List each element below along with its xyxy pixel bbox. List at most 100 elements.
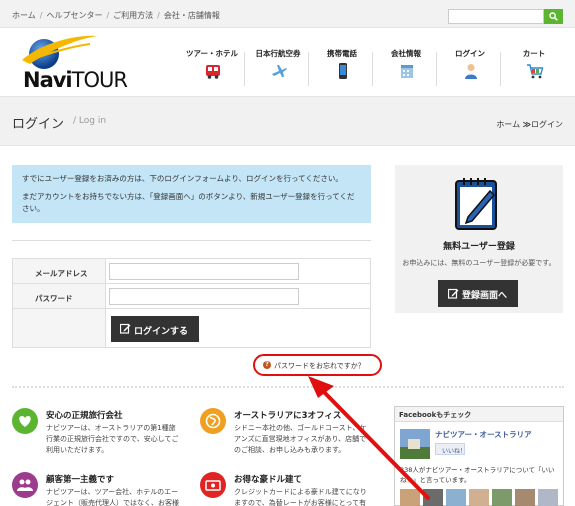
- top-link-help-center[interactable]: ヘルプセンター: [46, 11, 102, 20]
- feature-text: ナビツアーは、ツアー会社、ホテルのエージェント（販売代理人）ではなく、お客様のエ: [46, 488, 179, 506]
- nav-japan-flights[interactable]: 日本行航空券: [246, 48, 310, 88]
- nav-divider: [436, 52, 437, 86]
- info-text-new-users: まだアカウントをお持ちでない方は、「登録画面へ」のボタンより、新規ユーザー登録を…: [22, 192, 355, 213]
- facebook-widget-header: Facebookもチェック: [395, 407, 563, 422]
- facebook-fan-avatar[interactable]: [400, 489, 420, 506]
- nav-cart[interactable]: カート: [502, 48, 566, 88]
- users-icon: [17, 479, 33, 491]
- login-button[interactable]: ログインする: [111, 316, 199, 342]
- feature-customer-first: 顧客第一主義です ナビツアーは、ツアー会社、ホテルのエージェント（販売代理人）で…: [12, 472, 182, 506]
- feature-title: 安心の正規旅行会社: [46, 411, 123, 421]
- nav-label: ツアー・ホテル: [185, 49, 239, 58]
- money-icon: [205, 480, 221, 491]
- nav-divider: [372, 52, 373, 86]
- facebook-page-name[interactable]: ナビツアー・オーストラリア: [435, 429, 532, 440]
- page-title-bar: ログイン / Log in ホーム ≫ログイン: [0, 96, 575, 146]
- register-button-label: 登録画面へ: [462, 291, 508, 301]
- nav-label: 会社情報: [391, 49, 421, 58]
- top-link-home[interactable]: ホーム: [12, 11, 36, 20]
- facebook-fan-avatar[interactable]: [538, 489, 558, 506]
- feature-three-offices: オーストラリアに3オフィス シドニー本社の他、ゴールドコースト、ケアンズに直営現…: [200, 408, 370, 458]
- facebook-fan-avatar[interactable]: [446, 489, 466, 506]
- user-icon: [465, 64, 477, 79]
- register-title: 無料ユーザー登録: [443, 242, 515, 252]
- facebook-likes-text: 238人がナビツアー・オーストラリアについて「いいね！」と言っています。: [400, 466, 555, 484]
- office-building-icon: [401, 65, 413, 78]
- email-row: メールアドレス: [13, 259, 370, 284]
- top-link-separator: /: [39, 11, 43, 20]
- edit-icon: [448, 288, 459, 299]
- feature-circle: [200, 472, 226, 498]
- nav-label: 日本行航空券: [255, 49, 301, 58]
- nav-divider: [244, 52, 245, 86]
- facebook-fan-avatar[interactable]: [515, 489, 535, 506]
- nav-login[interactable]: ログイン: [438, 48, 502, 88]
- divider: [12, 240, 371, 241]
- facebook-header-text: Facebookもチェック: [399, 411, 472, 419]
- breadcrumb-arrow: ≫: [522, 120, 531, 129]
- nav-label: ログイン: [455, 49, 485, 58]
- search-button[interactable]: [544, 9, 563, 24]
- logo-text-tour: TOUR: [71, 68, 128, 92]
- facebook-fan-avatar[interactable]: [469, 489, 489, 506]
- facebook-page-thumbnail[interactable]: [400, 429, 430, 459]
- nav-company-info[interactable]: 会社情報: [374, 48, 438, 88]
- password-label: パスワード: [13, 284, 106, 308]
- heart-icon: [19, 416, 31, 427]
- facebook-widget: Facebookもチェック ナビツアー・オーストラリア いいね！ 238人がナビ…: [394, 406, 564, 506]
- cart-icon: [527, 64, 544, 79]
- nav-divider: [308, 52, 309, 86]
- email-field[interactable]: [109, 263, 299, 280]
- question-icon: ?: [263, 361, 271, 369]
- logo-text-navi: Navi: [23, 68, 73, 92]
- edit-icon: [120, 323, 131, 334]
- page-photo-icon: [400, 429, 430, 459]
- mobile-phone-icon: [339, 63, 347, 79]
- feature-licensed-agency: 安心の正規旅行会社 ナビツアーは、オーストラリアの第1種旅行業の正規旅行会社です…: [12, 408, 182, 458]
- feature-text: シドニー本社の他、ゴールドコースト、ケアンズに直営現地オフィスがあり、店舗でのご…: [234, 424, 367, 454]
- search-input[interactable]: [448, 9, 544, 24]
- top-links: ホーム / ヘルプセンター / ご利用方法 / 会社・店舗情報: [12, 10, 220, 21]
- facebook-like-button[interactable]: いいね！: [435, 443, 467, 455]
- facebook-fan-avatar[interactable]: [492, 489, 512, 506]
- top-link-how-to-use[interactable]: ご利用方法: [113, 11, 153, 20]
- nav-mobile-phone[interactable]: 携帯電話: [310, 48, 374, 88]
- forgot-password-link[interactable]: ? パスワードをお忘れですか？: [253, 354, 382, 376]
- bus-icon: [206, 65, 220, 79]
- navitour-logo[interactable]: NaviTOUR: [20, 30, 140, 94]
- top-link-company-info[interactable]: 会社・店舗情報: [164, 11, 220, 20]
- login-info-box: すでにユーザー登録をお済みの方は、下のログインフォームより、ログインを行ってくだ…: [12, 165, 371, 223]
- feature-circle: [200, 408, 226, 434]
- top-link-separator: /: [106, 11, 110, 20]
- page-title: ログイン: [12, 117, 65, 132]
- logo-text: NaviTOUR: [23, 68, 128, 92]
- password-field[interactable]: [109, 288, 299, 305]
- page-subtitle: / Log in: [73, 116, 107, 126]
- search-icon: [549, 12, 558, 21]
- section-divider: [12, 386, 564, 388]
- feature-aud-pricing: お得な豪ドル建て クレジットカードによる豪ドル建てになりますので、為替レートがお…: [200, 472, 370, 506]
- password-label-text: パスワード: [35, 294, 73, 303]
- facebook-fan-avatar[interactable]: [423, 489, 443, 506]
- airplane-icon: [272, 65, 287, 77]
- breadcrumb-home[interactable]: ホーム: [496, 120, 520, 129]
- top-link-separator: /: [157, 11, 160, 20]
- password-row: パスワード: [13, 284, 370, 309]
- submit-label-cell: [13, 309, 106, 347]
- feature-title: オーストラリアに3オフィス: [234, 411, 342, 421]
- breadcrumb-current: ログイン: [531, 120, 563, 129]
- email-label: メールアドレス: [13, 259, 106, 283]
- nav-tour-hotel[interactable]: ツアー・ホテル: [180, 48, 244, 88]
- feature-circle: [12, 408, 38, 434]
- info-text-existing-users: すでにユーザー登録をお済みの方は、下のログインフォームより、ログインを行ってくだ…: [22, 174, 343, 183]
- feature-title: 顧客第一主義です: [46, 475, 115, 485]
- register-button[interactable]: 登録画面へ: [438, 280, 518, 307]
- email-label-text: メールアドレス: [35, 269, 88, 278]
- feature-title: お得な豪ドル建て: [234, 475, 303, 485]
- facebook-like-label: いいね！: [442, 448, 467, 455]
- nav-label: カート: [522, 49, 546, 58]
- top-utility-bar: ホーム / ヘルプセンター / ご利用方法 / 会社・店舗情報: [0, 0, 575, 28]
- login-button-label: ログインする: [134, 327, 189, 337]
- feature-text: クレジットカードによる豪ドル建てになりますので、為替レートがお客様にとって有利な: [234, 488, 367, 506]
- forgot-password-text: パスワードをお忘れですか？: [274, 362, 365, 370]
